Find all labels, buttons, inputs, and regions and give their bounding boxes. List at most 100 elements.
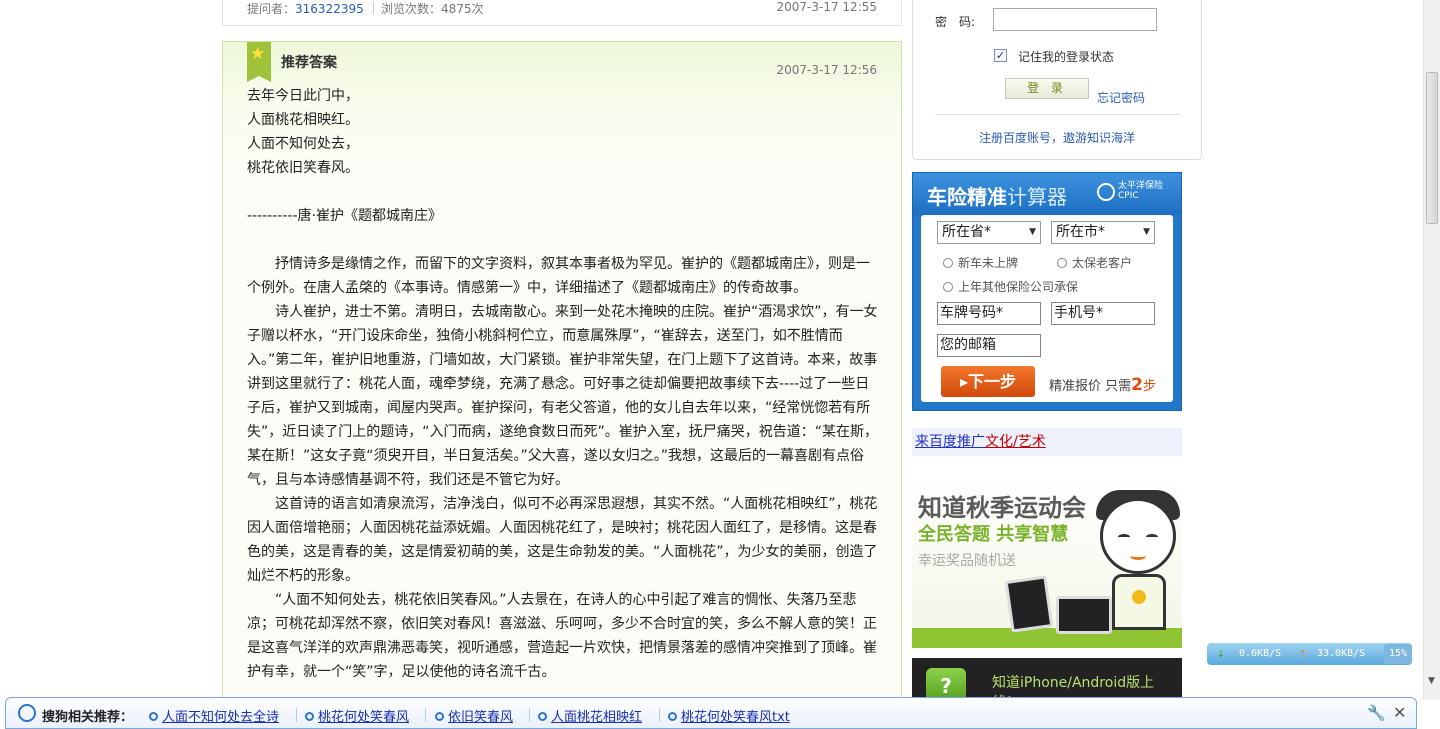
note-prefix: 精准报价 只需	[1049, 379, 1132, 394]
answer-time: 2007-3-17 12:56	[776, 63, 878, 77]
mascot-mouth	[1130, 552, 1146, 560]
divider	[425, 708, 426, 722]
province-value: 所在省*	[942, 224, 991, 240]
search-icon	[538, 712, 547, 721]
insurance-form: 所在省* ▼ 所在市* ▼ 新车未上牌 太保老客户 上年其他保险公司承保 车牌号码*…	[921, 215, 1173, 402]
answer-paragraph: 抒情诗多是缘情之作，而留下的文字资料，叙其本事者极为罕见。崔护的《题都城南庄》，…	[247, 256, 870, 296]
phone-input[interactable]: 手机号*	[1051, 302, 1155, 325]
poem-line: 桃花依旧笑春风。	[247, 160, 359, 176]
insurance-ad-title: 车险精准计算器	[927, 181, 1067, 210]
question-meta: 提问者：316322395 浏览次数：4875次 2007-3-17 12:55	[222, 0, 902, 26]
register-link[interactable]: 注册百度账号，遨游知识海洋	[913, 129, 1201, 146]
recommended-answer: ★ 推荐答案 2007-3-17 12:56 去年今日此门中， 人面桃花相映红。…	[222, 41, 902, 729]
baidu-promo-link[interactable]: 来百度推广	[915, 434, 985, 450]
radio-icon	[943, 258, 953, 268]
search-icon	[668, 712, 677, 721]
category-link[interactable]: 文化/艺术	[985, 434, 1046, 450]
recommend-link-text: 桃花何处笑春风txt	[681, 710, 790, 725]
poem-line: 人面桃花相映红。	[247, 112, 359, 128]
answer-body: 去年今日此门中， 人面桃花相映红。 人面不知何处去， 桃花依旧笑春风。 ----…	[247, 84, 879, 684]
remember-label: 记住我的登录状态	[1018, 50, 1115, 64]
page: 提问者：316322395 浏览次数：4875次 2007-3-17 12:55…	[0, 0, 1440, 729]
email-input[interactable]: 您的邮箱	[937, 334, 1041, 357]
autumn-games-banner[interactable]: 知道秋季运动会 全民答题 共享智慧 幸运奖品随机送	[912, 478, 1182, 648]
insurance-ad-title-light: 计算器	[1007, 185, 1067, 209]
close-icon[interactable]: ✕	[1393, 703, 1406, 722]
download-arrow-icon: ⇣	[1217, 646, 1225, 661]
radio-new-car[interactable]: 新车未上牌	[943, 254, 1018, 271]
asker-info: 提问者：316322395	[247, 0, 364, 17]
remember-checkbox[interactable]: ✓	[994, 49, 1007, 62]
forgot-password-link[interactable]: 忘记密码	[1097, 89, 1145, 106]
poem-line: 人面不知何处去，	[247, 136, 359, 152]
password-label: 密 码:	[935, 15, 976, 29]
insurance-ad-header: 车险精准计算器 太平洋保险 CPIC	[913, 173, 1181, 215]
plate-input[interactable]: 车牌号码*	[937, 302, 1041, 325]
login-button[interactable]: 登 录	[1005, 78, 1089, 99]
download-speed: 0.6KB/S	[1239, 648, 1282, 659]
answer-paragraph: 诗人崔护，进士不第。清明日，去城南散心。来到一处花木掩映的庄院。崔护“酒渴求饮”…	[247, 304, 879, 488]
city-value: 所在市*	[1056, 224, 1105, 240]
asker-label: 提问者：	[247, 2, 296, 16]
cpic-logo-icon	[1097, 183, 1115, 201]
banner-heading: 知道秋季运动会	[918, 494, 1086, 522]
search-icon	[305, 712, 314, 721]
dropdown-arrow-icon: ▼	[1143, 227, 1150, 237]
insurance-brand: 太平洋保险 CPIC	[1118, 181, 1164, 201]
recommend-link-text: 桃花何处笑春风	[318, 710, 410, 725]
question-time: 2007-3-17 12:55	[776, 0, 878, 14]
asker-id-link[interactable]: 316322395	[295, 2, 364, 16]
recommend-link-text: 人面桃花相映红	[551, 710, 643, 725]
settings-wrench-icon[interactable]: 🔧	[1367, 704, 1386, 722]
next-step-button[interactable]: ▸下一步	[941, 366, 1035, 397]
radio-icon	[943, 282, 953, 292]
banner-subheading: 全民答题 共享智慧	[918, 524, 1069, 545]
recommend-label: 搜狗相关推荐：	[42, 710, 134, 725]
baidu-promo: 来百度推广文化/艺术	[912, 428, 1182, 456]
mascot-eye	[1146, 534, 1158, 540]
answer-paragraph: “人面不知何处去，桃花依旧笑春风。”人去景在，在诗人的心中引起了难言的惆怅、失落…	[247, 592, 877, 680]
recommend-link[interactable]: 依旧笑春风	[435, 706, 513, 725]
mascot-face	[1100, 498, 1176, 574]
vertical-scrollbar[interactable]: ▼	[1423, 0, 1440, 700]
banner-ground	[912, 628, 1182, 648]
province-select[interactable]: 所在省* ▼	[937, 221, 1041, 244]
insurance-calculator-ad: 车险精准计算器 太平洋保险 CPIC 所在省* ▼ 所在市* ▼ 新车未上牌 太保老…	[912, 172, 1182, 411]
divider	[659, 708, 660, 722]
city-select[interactable]: 所在市* ▼	[1051, 221, 1155, 244]
download-speed-widget[interactable]: ⇣ 0.6KB/S ⇡ 33.0KB/S 15%	[1207, 643, 1412, 665]
recommend-link[interactable]: 人面桃花相映红	[538, 706, 642, 725]
dropdown-arrow-icon: ▼	[1029, 227, 1036, 237]
recommend-link[interactable]: 桃花何处笑春风	[305, 706, 409, 725]
note-suffix: 步	[1142, 379, 1156, 394]
view-count: 浏览次数：4875次	[381, 2, 484, 16]
divider	[529, 708, 530, 722]
answer-title: 推荐答案	[281, 55, 337, 71]
scroll-down-arrow-icon[interactable]: ▼	[1428, 676, 1435, 686]
radio-label: 新车未上牌	[958, 256, 1019, 270]
meta-divider	[373, 2, 374, 14]
login-box: 密 码: ✓ 记住我的登录状态 登 录 忘记密码 注册百度账号，遨游知识海洋	[912, 0, 1202, 160]
password-input[interactable]	[993, 8, 1157, 31]
recommend-link[interactable]: 人面不知何处去全诗	[149, 706, 279, 725]
note-number: 2	[1131, 375, 1143, 395]
insurance-ad-title-bold: 车险精准	[927, 185, 1007, 209]
radio-old-customer[interactable]: 太保老客户	[1057, 254, 1132, 271]
medal-icon	[1132, 590, 1146, 604]
poem-source: ----------唐·崔护《题都城南庄》	[247, 208, 442, 224]
poem-line: 去年今日此门中，	[247, 88, 359, 104]
upload-speed: 33.0KB/S	[1317, 648, 1366, 659]
scrollbar-thumb[interactable]	[1426, 72, 1438, 224]
tablet-prize-icon	[1004, 575, 1054, 633]
radio-other-insurer[interactable]: 上年其他保险公司承保	[943, 278, 1078, 295]
recommend-link[interactable]: 桃花何处笑春风txt	[668, 706, 790, 725]
answer-paragraph: 这首诗的语言如清泉流泻，洁净浅白，似可不必再深思遐想，其实不然。“人面桃花相映红…	[247, 496, 878, 584]
radio-icon	[1057, 258, 1067, 268]
radio-label: 太保老客户	[1072, 256, 1133, 270]
recommend-link-text: 人面不知何处去全诗	[162, 710, 280, 725]
divider	[935, 114, 1180, 115]
upload-arrow-icon: ⇡	[1299, 646, 1307, 661]
recommend-link-text: 依旧笑春风	[448, 710, 514, 725]
